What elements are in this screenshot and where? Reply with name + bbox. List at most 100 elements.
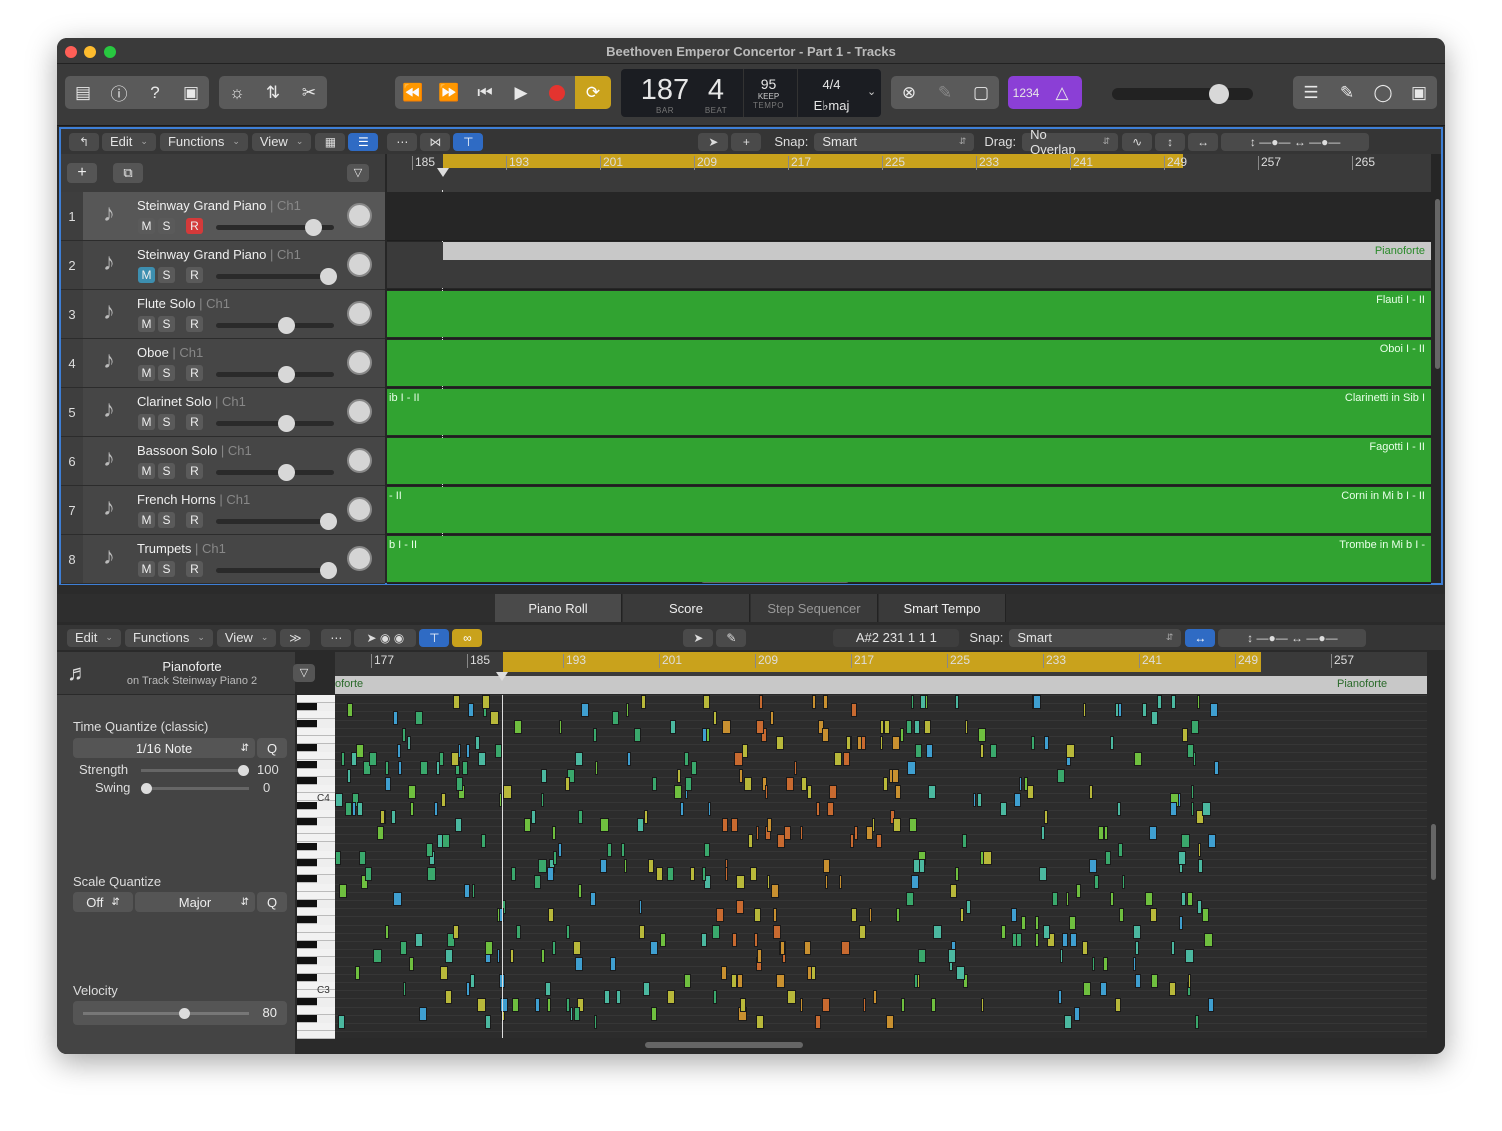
midi-note[interactable] <box>471 883 476 898</box>
solo-button[interactable]: S <box>158 463 175 479</box>
midi-note[interactable] <box>590 891 597 906</box>
midi-note[interactable] <box>838 875 842 890</box>
pr-snap-select[interactable]: Smart ⇵ <box>1009 628 1182 647</box>
pr-automation-icon[interactable]: ⋯ <box>321 628 352 647</box>
midi-note[interactable] <box>775 736 784 750</box>
midi-note[interactable] <box>964 719 968 734</box>
link-icon[interactable]: ∞ <box>452 628 483 647</box>
midi-note[interactable] <box>540 949 545 964</box>
midi-note[interactable] <box>954 695 959 709</box>
midi-note[interactable] <box>546 867 554 882</box>
white-key[interactable] <box>297 949 335 958</box>
midi-note[interactable] <box>385 924 390 939</box>
midi-note[interactable] <box>465 982 470 996</box>
midi-note[interactable] <box>384 777 391 791</box>
midi-note[interactable] <box>1196 695 1201 709</box>
scale-quantize-root-select[interactable]: Off ⇵ <box>73 892 133 912</box>
midi-note[interactable] <box>1038 867 1047 882</box>
midi-note[interactable] <box>667 867 674 882</box>
volume-knob[interactable] <box>320 562 338 579</box>
add-track-button[interactable]: + <box>67 163 97 183</box>
pan-knob[interactable] <box>347 203 372 228</box>
midi-note[interactable] <box>979 744 984 759</box>
midi-note[interactable] <box>511 998 519 1013</box>
midi-note[interactable] <box>756 949 762 964</box>
midi-note[interactable] <box>647 859 654 873</box>
velocity-slider[interactable] <box>83 1008 249 1019</box>
midi-note[interactable] <box>1000 924 1007 939</box>
midi-note[interactable] <box>683 973 692 988</box>
scale-quantize-q-button[interactable]: Q <box>257 892 287 912</box>
midi-note[interactable] <box>457 744 462 759</box>
vertical-fit-icon[interactable]: ↕ <box>1155 132 1186 151</box>
midi-note[interactable] <box>572 941 582 955</box>
waveform-zoom-icon[interactable]: ∿ <box>1122 132 1153 151</box>
midi-note[interactable] <box>1196 900 1203 914</box>
midi-note[interactable] <box>1033 695 1041 709</box>
midi-note[interactable] <box>1021 916 1026 931</box>
midi-note[interactable] <box>1058 990 1063 1005</box>
midi-note[interactable] <box>972 793 977 808</box>
midi-note[interactable] <box>434 801 438 816</box>
midi-note[interactable] <box>685 777 692 791</box>
midi-note[interactable] <box>574 752 583 767</box>
velocity-knob[interactable] <box>179 1008 190 1019</box>
white-key[interactable] <box>297 1006 335 1015</box>
midi-note[interactable] <box>884 719 890 734</box>
midi-note[interactable] <box>1010 908 1017 923</box>
midi-note[interactable] <box>655 867 663 882</box>
browsers-icon[interactable]: ▣ <box>1401 76 1437 109</box>
midi-note[interactable] <box>496 949 500 964</box>
midi-note[interactable] <box>755 1014 765 1029</box>
black-key[interactable] <box>297 973 317 982</box>
midi-note[interactable] <box>850 834 854 849</box>
midi-note[interactable] <box>712 990 717 1005</box>
midi-note[interactable] <box>684 752 690 767</box>
track-lane[interactable]: Flauti I - II <box>387 290 1431 339</box>
white-key[interactable] <box>297 867 335 876</box>
volume-knob[interactable] <box>277 464 295 481</box>
midi-note[interactable] <box>826 801 834 816</box>
pr-horizontal-fit-icon[interactable]: ↔ <box>1185 628 1216 647</box>
midi-note[interactable] <box>736 973 744 988</box>
midi-note[interactable] <box>833 752 842 767</box>
track-lane[interactable]: - II Corni in Mi b I - II <box>387 486 1431 535</box>
midi-note[interactable] <box>742 744 749 759</box>
black-key[interactable] <box>297 875 317 884</box>
midi-note[interactable] <box>1091 957 1096 972</box>
midi-note[interactable] <box>623 859 627 873</box>
midi-note[interactable] <box>1202 801 1211 816</box>
master-volume-knob[interactable] <box>1208 84 1229 104</box>
midi-note[interactable] <box>822 998 830 1013</box>
playhead-marker-top[interactable] <box>437 168 449 177</box>
midi-note[interactable] <box>415 932 423 947</box>
midi-note[interactable] <box>1059 949 1064 964</box>
midi-note[interactable] <box>691 760 697 775</box>
pan-knob[interactable] <box>347 252 372 277</box>
tuner-icon[interactable]: ✎ <box>927 76 963 109</box>
midi-note[interactable] <box>503 785 512 800</box>
midi-note[interactable] <box>754 908 761 923</box>
solo-button[interactable]: S <box>158 561 175 577</box>
midi-note[interactable] <box>439 752 445 767</box>
midi-note[interactable] <box>475 736 481 750</box>
white-key[interactable] <box>297 695 335 703</box>
midi-note[interactable] <box>822 695 828 709</box>
midi-note[interactable] <box>1069 916 1077 931</box>
midi-note[interactable] <box>765 785 769 800</box>
midi-note[interactable] <box>793 760 798 775</box>
midi-note[interactable] <box>469 973 476 988</box>
midi-note[interactable] <box>724 867 729 882</box>
region-menu-icon[interactable]: ▽ <box>293 664 315 682</box>
midi-note[interactable] <box>1194 1014 1200 1029</box>
midi-note[interactable] <box>574 1006 580 1021</box>
midi-note[interactable] <box>928 785 936 800</box>
smart-controls-icon[interactable]: ☼ <box>219 76 255 109</box>
midi-note[interactable] <box>531 809 536 824</box>
black-key[interactable] <box>297 777 317 785</box>
midi-note[interactable] <box>669 719 676 734</box>
white-key[interactable] <box>297 834 335 843</box>
midi-note[interactable] <box>799 826 804 841</box>
black-key[interactable] <box>297 818 317 826</box>
midi-note[interactable] <box>1171 941 1175 955</box>
